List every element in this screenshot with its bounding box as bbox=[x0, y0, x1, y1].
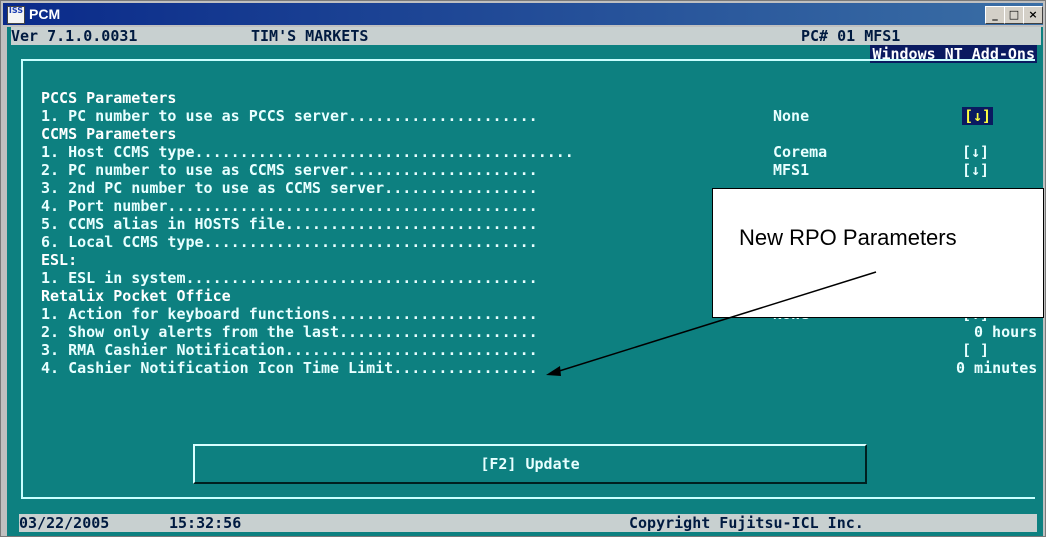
maximize-button[interactable]: □ bbox=[1004, 6, 1024, 24]
parameter-label[interactable]: 4. Cashier Notification Icon Time Limit.… bbox=[41, 359, 538, 377]
section-heading: CCMS Parameters bbox=[41, 125, 177, 143]
parameter-label[interactable]: 1. ESL in system........................… bbox=[41, 269, 538, 287]
status-bar: 03/22/2005 15:32:56 Copyright Fujitsu-IC… bbox=[19, 514, 1037, 532]
header-bar: Ver 7.1.0.0031 TIM'S MARKETS PC# 01 MFS1 bbox=[11, 27, 1041, 45]
title-bar[interactable]: ISS PCM _ □ × bbox=[3, 3, 1043, 25]
parameter-selector[interactable]: 0 hours bbox=[974, 323, 1037, 341]
parameter-selector[interactable]: [↓] bbox=[962, 107, 994, 125]
status-time: 15:32:56 bbox=[169, 514, 242, 532]
section-heading: PCCS Parameters bbox=[41, 89, 177, 107]
parameter-value[interactable]: None bbox=[773, 107, 809, 125]
parameter-label[interactable]: 6. Local CCMS type......................… bbox=[41, 233, 538, 251]
section-heading: Retalix Pocket Office bbox=[41, 287, 231, 305]
parameter-selector[interactable]: [↓] bbox=[962, 143, 989, 161]
close-button[interactable]: × bbox=[1023, 6, 1043, 24]
section-heading: ESL: bbox=[41, 251, 78, 269]
parameter-label[interactable]: 2. PC number to use as CCMS server......… bbox=[41, 161, 538, 179]
parameter-selector[interactable]: 0 minutes bbox=[956, 359, 1037, 377]
parameter-value[interactable]: MFS1 bbox=[773, 161, 809, 179]
parameter-selector[interactable]: [↓] bbox=[962, 161, 989, 179]
parameter-selector[interactable]: [ ] bbox=[962, 341, 989, 359]
parameter-label[interactable]: 3. RMA Cashier Notification.............… bbox=[41, 341, 538, 359]
store-name: TIM'S MARKETS bbox=[251, 27, 369, 45]
parameter-value[interactable]: Corema bbox=[773, 143, 827, 161]
parameter-label[interactable]: 1. Host CCMS type.......................… bbox=[41, 143, 574, 161]
callout-text: New RPO Parameters bbox=[739, 225, 957, 250]
parameter-label[interactable]: 4. Port number..........................… bbox=[41, 197, 538, 215]
parameter-label[interactable]: 1. Action for keyboard functions........… bbox=[41, 305, 538, 323]
app-icon: ISS bbox=[7, 6, 25, 24]
callout-box: New RPO Parameters bbox=[712, 188, 1044, 318]
parameter-label[interactable]: 2. Show only alerts from the last.......… bbox=[41, 323, 538, 341]
version-label: Ver 7.1.0.0031 bbox=[11, 27, 138, 45]
update-button[interactable]: [F2] Update bbox=[193, 444, 867, 484]
status-date: 03/22/2005 bbox=[19, 514, 110, 532]
minimize-button[interactable]: _ bbox=[985, 6, 1005, 24]
parameter-label[interactable]: 3. 2nd PC number to use as CCMS server..… bbox=[41, 179, 538, 197]
pc-number: PC# 01 MFS1 bbox=[801, 27, 901, 45]
window-title: PCM bbox=[29, 6, 61, 22]
parameter-label[interactable]: 1. PC number to use as PCCS server......… bbox=[41, 107, 538, 125]
parameter-label[interactable]: 5. CCMS alias in HOSTS file.............… bbox=[41, 215, 538, 233]
copyright-text: Copyright Fujitsu-ICL Inc. bbox=[629, 514, 864, 532]
